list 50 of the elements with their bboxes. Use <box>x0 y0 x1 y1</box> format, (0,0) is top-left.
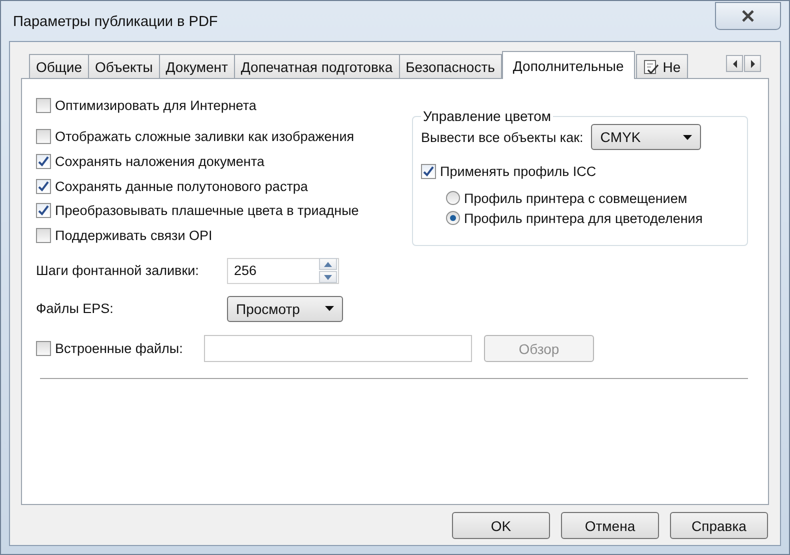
field-label: Файлы EPS: <box>36 301 114 316</box>
group-title: Управление цветом <box>422 108 552 124</box>
number-field[interactable]: 256 <box>227 258 339 284</box>
file-path-field[interactable] <box>204 335 472 362</box>
checkbox-label: Преобразовывать плашечные цвета в триадные <box>55 203 359 218</box>
checkbox[interactable] <box>36 203 51 218</box>
checkbox-label: Встроенные файлы: <box>55 341 183 356</box>
tab[interactable]: Безопасность <box>398 54 502 78</box>
radio-label: Профиль принтера с совмещением <box>464 190 688 206</box>
color-mode-dropdown[interactable]: CMYK <box>591 124 702 150</box>
left-arrow-icon <box>732 60 738 68</box>
close-button[interactable] <box>715 2 781 30</box>
scroll-right-button[interactable] <box>744 55 761 72</box>
tab[interactable]: Документ <box>158 54 235 78</box>
tab[interactable]: Общие <box>29 54 90 78</box>
caret-icon <box>683 134 692 140</box>
dialog-button[interactable]: OK <box>452 512 550 539</box>
dialog-button[interactable]: Справка <box>670 512 768 539</box>
checkbox-label: Поддерживать связи OPI <box>55 228 212 243</box>
eps-dropdown[interactable]: Просмотр <box>227 296 343 322</box>
checkbox-label: Оптимизировать для Интернета <box>55 98 256 113</box>
checklist-icon <box>642 58 659 74</box>
scroll-left-button[interactable] <box>726 55 743 72</box>
checkbox-label: Сохранять данные полутонового растра <box>55 178 308 194</box>
caret-icon <box>325 306 334 312</box>
window-title: Параметры публикации в PDF <box>12 14 218 30</box>
right-arrow-icon <box>750 60 756 68</box>
checkbox-label: Применять профиль ICC <box>440 164 596 178</box>
tab[interactable]: Допечатная подготовка <box>234 54 400 78</box>
radio-label: Профиль принтера для цветоделения <box>464 210 703 226</box>
radio-button[interactable] <box>446 191 460 205</box>
field-label: Шаги фонтанной заливки: <box>36 263 200 278</box>
checkbox[interactable] <box>36 228 51 243</box>
field-label: Вывести все объекты как: <box>421 130 584 144</box>
checkbox[interactable] <box>36 154 51 169</box>
checkbox-label: Сохранять наложения документа <box>55 154 264 169</box>
dialog-button[interactable]: Отмена <box>561 512 659 539</box>
checkbox[interactable] <box>36 98 51 113</box>
radio-button[interactable] <box>446 211 460 225</box>
spin-up-icon[interactable] <box>319 258 337 270</box>
checkbox-label: Отображать сложные заливки как изображения <box>55 129 354 144</box>
checkbox[interactable] <box>36 129 51 144</box>
tab[interactable]: Не <box>636 54 688 78</box>
spin-down-icon[interactable] <box>319 271 337 284</box>
tab[interactable]: Объекты <box>88 54 160 78</box>
tab[interactable]: Дополнительные <box>502 51 635 79</box>
checkbox[interactable] <box>36 341 51 356</box>
checkbox[interactable] <box>36 178 51 194</box>
close-icon <box>741 10 755 22</box>
checkbox[interactable] <box>421 164 436 178</box>
